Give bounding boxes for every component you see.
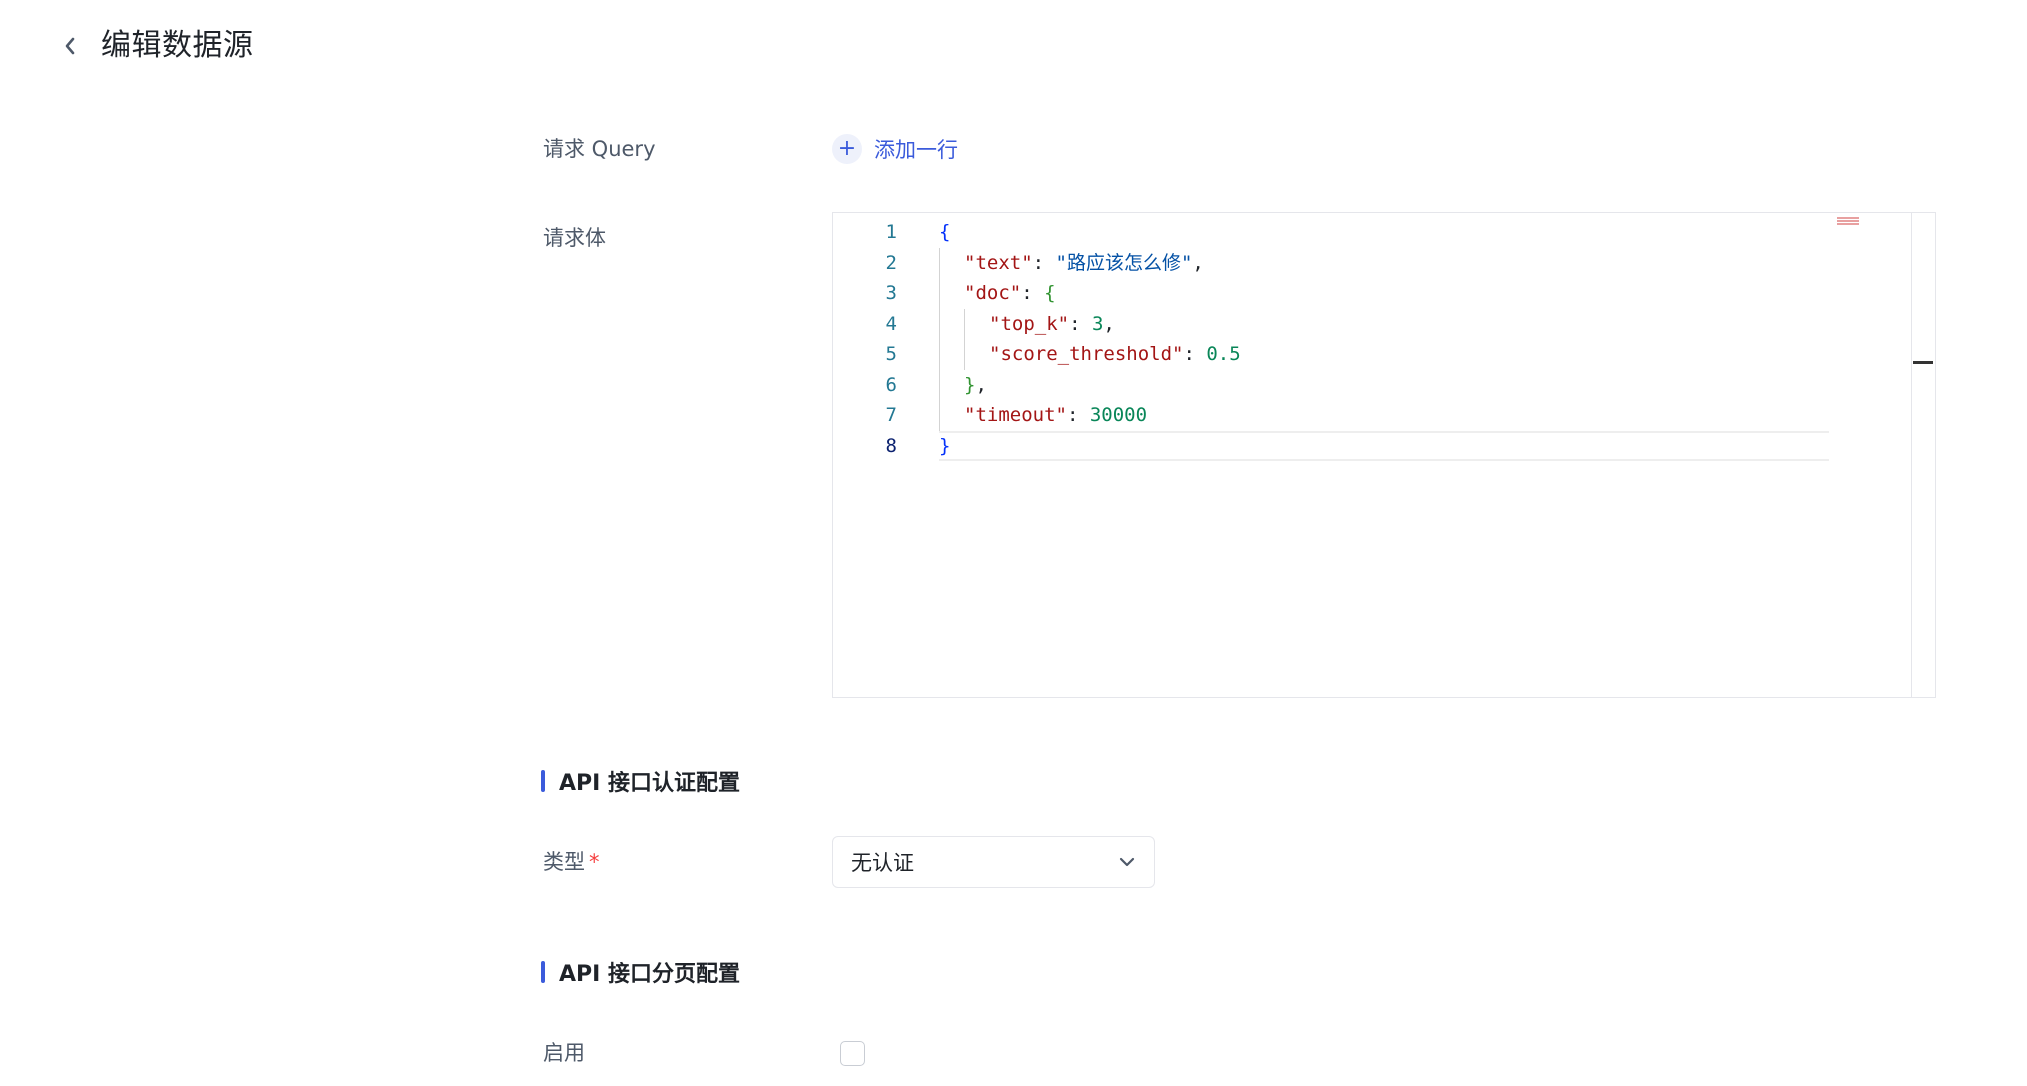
code-token: "score_threshold" xyxy=(989,343,1184,365)
section-accent-bar xyxy=(541,961,545,983)
code-token: "timeout" xyxy=(964,404,1067,426)
request-query-label: 请求 Query xyxy=(543,137,656,161)
line-number: 5 xyxy=(885,343,897,365)
paging-enable-checkbox[interactable] xyxy=(840,1041,865,1066)
line-number: 4 xyxy=(885,312,897,335)
code-line[interactable]: 7 "timeout": 30000 xyxy=(833,400,1913,431)
indent-guide xyxy=(939,247,940,278)
editor-minimap[interactable] xyxy=(1837,217,1859,229)
code-token: "doc" xyxy=(964,282,1022,304)
code-token: , xyxy=(975,373,987,396)
page-header: 编辑数据源 xyxy=(0,0,2027,92)
editor-scrollbar[interactable] xyxy=(1911,213,1935,697)
code-token: { xyxy=(939,221,951,243)
code-line[interactable]: 1{ xyxy=(833,217,1913,248)
current-line-highlight xyxy=(939,430,1829,461)
code-token: : xyxy=(1069,312,1092,335)
indent-guide xyxy=(939,278,940,309)
request-body-editor[interactable]: 1{2 "text": "路应该怎么修", 3 "doc": {4 "top_k": 3… xyxy=(832,212,1936,698)
line-number: 6 xyxy=(885,373,897,396)
auth-type-label: 类型 * xyxy=(543,847,600,877)
indent-guide xyxy=(939,369,940,400)
back-button[interactable] xyxy=(54,30,86,62)
paging-enable-label: 启用 xyxy=(543,1041,585,1065)
code-token: , xyxy=(1103,312,1115,335)
code-token: , xyxy=(1192,251,1204,274)
code-token: "路应该怎么修" xyxy=(1055,251,1193,274)
code-text: "timeout": 30000 xyxy=(964,400,1147,431)
required-mark: * xyxy=(589,850,600,874)
scrollbar-thumb[interactable] xyxy=(1913,361,1933,364)
chevron-down-icon xyxy=(1119,857,1135,867)
paging-section-title: API 接口分页配置 xyxy=(541,957,740,987)
auth-type-select[interactable]: 无认证 xyxy=(832,836,1155,888)
code-token: : xyxy=(1032,251,1056,274)
code-line[interactable]: 5 "score_threshold": 0.5 xyxy=(833,339,1913,370)
code-line[interactable]: 3 "doc": { xyxy=(833,278,1913,309)
indent-guide xyxy=(964,308,965,339)
code-lines: 1{2 "text": "路应该怎么修", 3 "doc": {4 "top_k": 3… xyxy=(833,217,1913,461)
chevron-left-icon xyxy=(65,37,75,55)
line-number: 7 xyxy=(885,404,897,426)
code-token: } xyxy=(964,373,976,396)
code-text: "doc": { xyxy=(964,278,1056,309)
add-row-button[interactable]: + 添加一行 xyxy=(832,132,958,166)
line-number: 2 xyxy=(885,251,897,274)
line-number: 3 xyxy=(885,282,897,304)
code-token: : xyxy=(1066,404,1090,426)
line-number: 1 xyxy=(885,221,897,243)
auth-section-title-text: API 接口认证配置 xyxy=(559,771,740,796)
code-token: { xyxy=(1044,282,1056,304)
indent-guide xyxy=(939,308,940,339)
code-text: "text": "路应该怎么修", xyxy=(964,248,1204,279)
code-text: "top_k": 3, xyxy=(989,309,1115,340)
auth-type-label-text: 类型 xyxy=(543,850,585,874)
code-text: }, xyxy=(964,370,987,401)
code-token: 0.5 xyxy=(1206,343,1241,365)
code-line[interactable]: 6}, xyxy=(833,369,1913,401)
auth-section-title: API 接口认证配置 xyxy=(541,766,740,796)
code-token: "top_k" xyxy=(989,312,1070,335)
edit-datasource-page: 编辑数据源 请求 Query + 添加一行 请求体 1{2 "text": "路应… xyxy=(0,0,2027,1086)
code-text: { xyxy=(939,217,950,248)
paging-section-title-text: API 接口分页配置 xyxy=(559,962,740,987)
code-text: "score_threshold": 0.5 xyxy=(989,339,1241,370)
add-row-label: 添加一行 xyxy=(874,138,958,162)
code-token: : xyxy=(1183,343,1207,365)
auth-type-value: 无认证 xyxy=(851,851,914,875)
code-text: } xyxy=(939,431,950,462)
code-line[interactable]: 2 "text": "路应该怎么修", xyxy=(833,247,1913,279)
indent-guide xyxy=(939,400,940,431)
indent-guide xyxy=(939,339,940,370)
code-token: : xyxy=(1021,282,1045,304)
code-line[interactable]: 4 "top_k": 3, xyxy=(833,308,1913,340)
code-token: 3 xyxy=(1091,312,1104,335)
code-token: } xyxy=(939,434,951,457)
code-token: 30000 xyxy=(1089,404,1148,426)
section-accent-bar xyxy=(541,770,545,792)
code-token: "text" xyxy=(964,251,1033,274)
page-title: 编辑数据源 xyxy=(101,28,254,63)
line-number: 8 xyxy=(885,434,897,457)
code-line[interactable]: 8} xyxy=(833,430,1913,462)
request-body-label: 请求体 xyxy=(543,226,606,250)
indent-guide xyxy=(964,339,965,370)
plus-icon: + xyxy=(832,134,862,164)
